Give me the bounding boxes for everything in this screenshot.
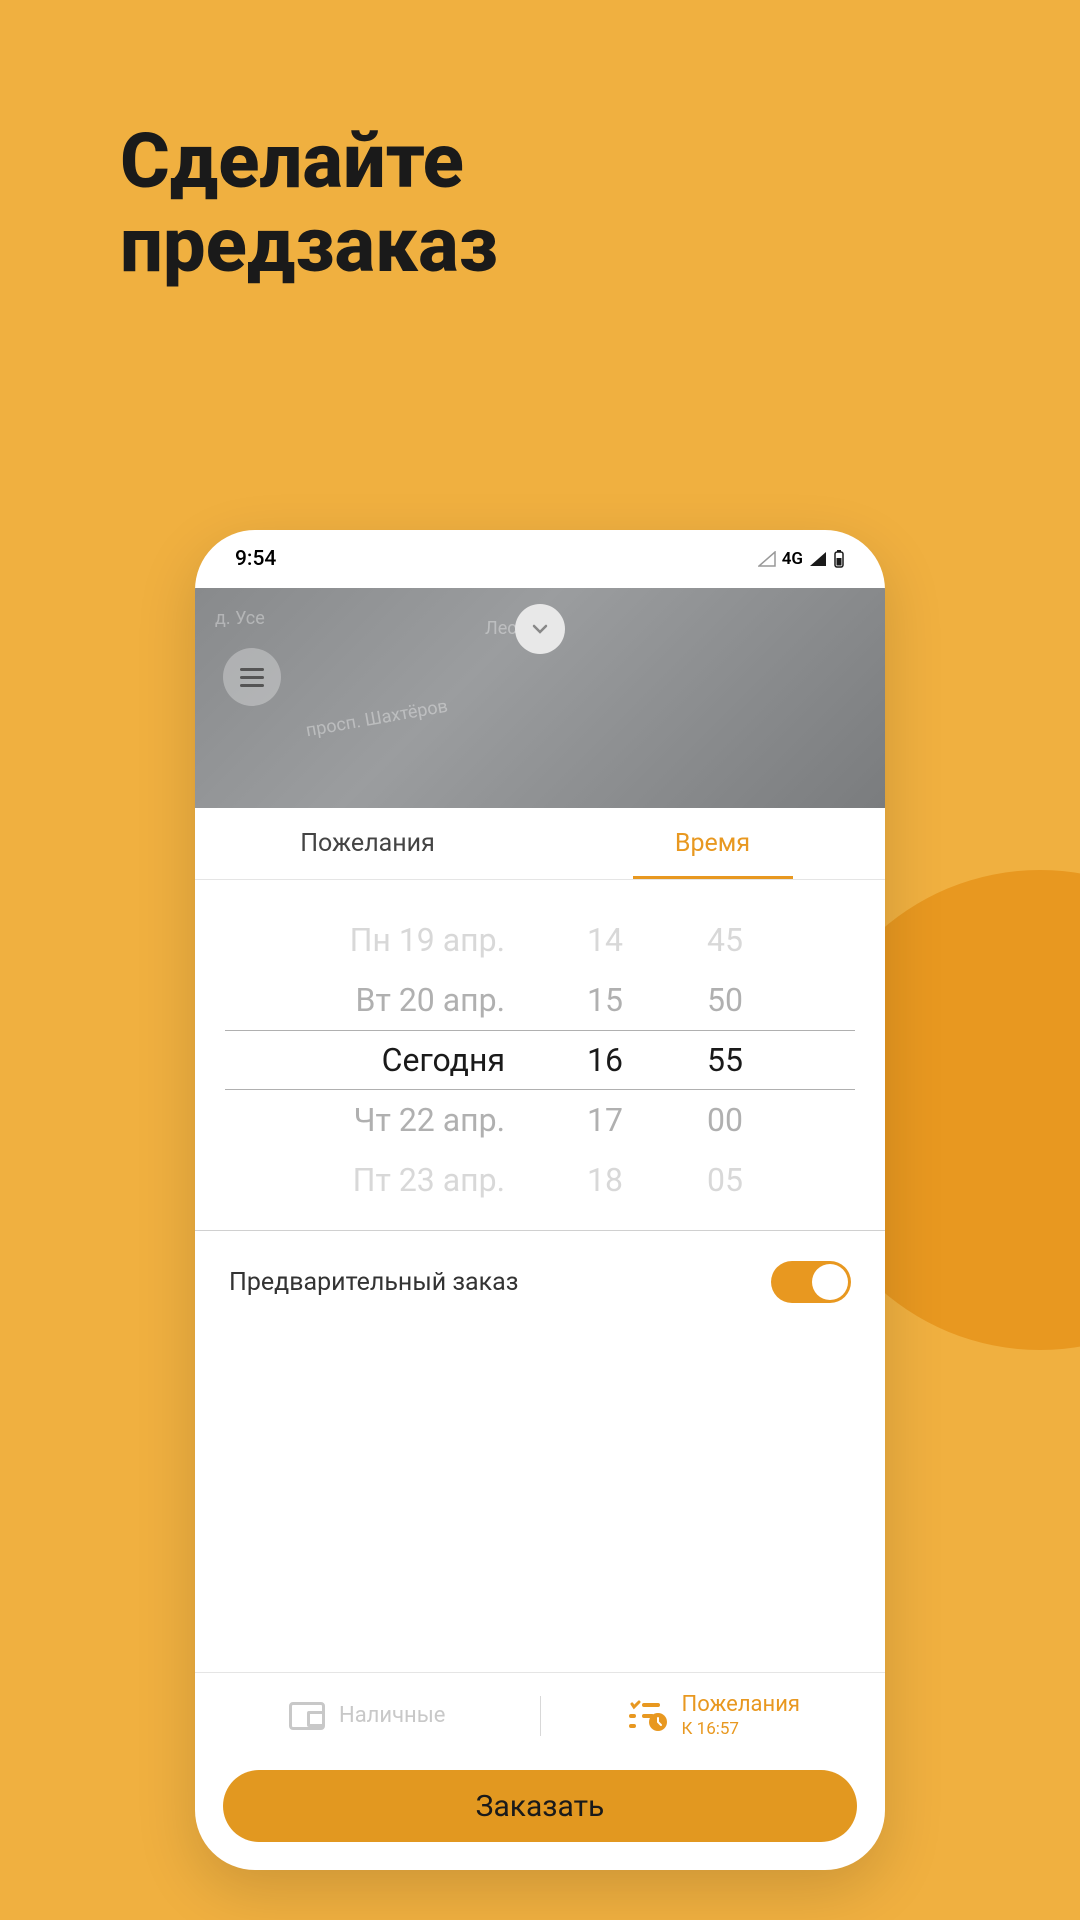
toggle-label: Предварительный заказ <box>229 1268 518 1297</box>
picker-min: 45 <box>665 921 785 959</box>
toggle-knob <box>812 1264 848 1300</box>
picker-row[interactable]: Пн 19 апр. 14 45 <box>225 910 855 970</box>
battery-icon <box>833 550 845 568</box>
picker-date: Сегодня <box>225 1041 545 1079</box>
order-label: Заказать <box>476 1789 605 1824</box>
picker-min: 50 <box>665 981 785 1019</box>
picker-date: Пн 19 апр. <box>225 921 545 959</box>
preorder-toggle[interactable] <box>771 1261 851 1303</box>
map-label: д. Усе <box>215 608 265 629</box>
picker-hour: 17 <box>545 1101 665 1139</box>
payment-label: Наличные <box>339 1703 445 1728</box>
picker-min: 55 <box>665 1041 785 1079</box>
menu-button[interactable] <box>223 648 281 706</box>
tabs: Пожелания Время <box>195 808 885 880</box>
picker-date: Чт 22 апр. <box>225 1101 545 1139</box>
picker-row-selected[interactable]: Сегодня 16 55 <box>225 1030 855 1090</box>
wallet-icon <box>289 1702 325 1730</box>
tab-underline <box>633 876 793 879</box>
tab-label: Пожелания <box>300 829 435 858</box>
picker-row[interactable]: Вт 20 апр. 15 50 <box>225 970 855 1030</box>
tab-time[interactable]: Время <box>540 808 885 879</box>
headline-line2: предзаказ <box>120 204 498 288</box>
payment-option[interactable]: Наличные <box>195 1673 540 1758</box>
wishes-option[interactable]: Пожелания К 16:57 <box>541 1673 886 1758</box>
promo-headline: Сделайте предзаказ <box>120 120 498 287</box>
preorder-toggle-row: Предварительный заказ <box>195 1231 885 1333</box>
datetime-picker[interactable]: Пн 19 апр. 14 45 Вт 20 апр. 15 50 Сегодн… <box>195 880 885 1231</box>
status-indicators: 4G <box>758 549 845 569</box>
signal-full-icon <box>809 551 827 567</box>
tab-wishes[interactable]: Пожелания <box>195 808 540 879</box>
map-area[interactable]: д. Усе Лесотора просп. Шахтёров <box>195 588 885 808</box>
signal-empty-icon <box>758 551 776 567</box>
status-network: 4G <box>782 549 803 569</box>
phone-frame: 9:54 4G д. Усе Лесотора просп. Шахтёров … <box>195 530 885 1870</box>
tab-label: Время <box>675 829 750 858</box>
headline-line1: Сделайте <box>120 120 498 204</box>
picker-hour: 16 <box>545 1041 665 1079</box>
order-button[interactable]: Заказать <box>223 1770 857 1842</box>
wishes-text-group: Пожелания К 16:57 <box>682 1692 800 1739</box>
bottom-options: Наличные Пожелания К 16:57 <box>195 1672 885 1758</box>
picker-hour: 18 <box>545 1161 665 1199</box>
picker-row[interactable]: Пт 23 апр. 18 05 <box>225 1150 855 1210</box>
picker-date: Вт 20 апр. <box>225 981 545 1019</box>
picker-date: Пт 23 апр. <box>225 1161 545 1199</box>
picker-hour: 14 <box>545 921 665 959</box>
list-clock-icon <box>626 1700 668 1732</box>
chevron-down-icon <box>529 618 551 640</box>
picker-hour: 15 <box>545 981 665 1019</box>
wishes-sub: К 16:57 <box>682 1719 800 1739</box>
map-label: просп. Шахтёров <box>304 696 449 742</box>
status-time: 9:54 <box>235 547 276 571</box>
picker-min: 00 <box>665 1101 785 1139</box>
status-bar: 9:54 4G <box>195 530 885 588</box>
picker-row[interactable]: Чт 22 апр. 17 00 <box>225 1090 855 1150</box>
bottom-bar: Наличные Пожелания К 16:57 <box>195 1672 885 1870</box>
picker-min: 05 <box>665 1161 785 1199</box>
collapse-button[interactable] <box>515 604 565 654</box>
wishes-label: Пожелания <box>682 1692 800 1718</box>
